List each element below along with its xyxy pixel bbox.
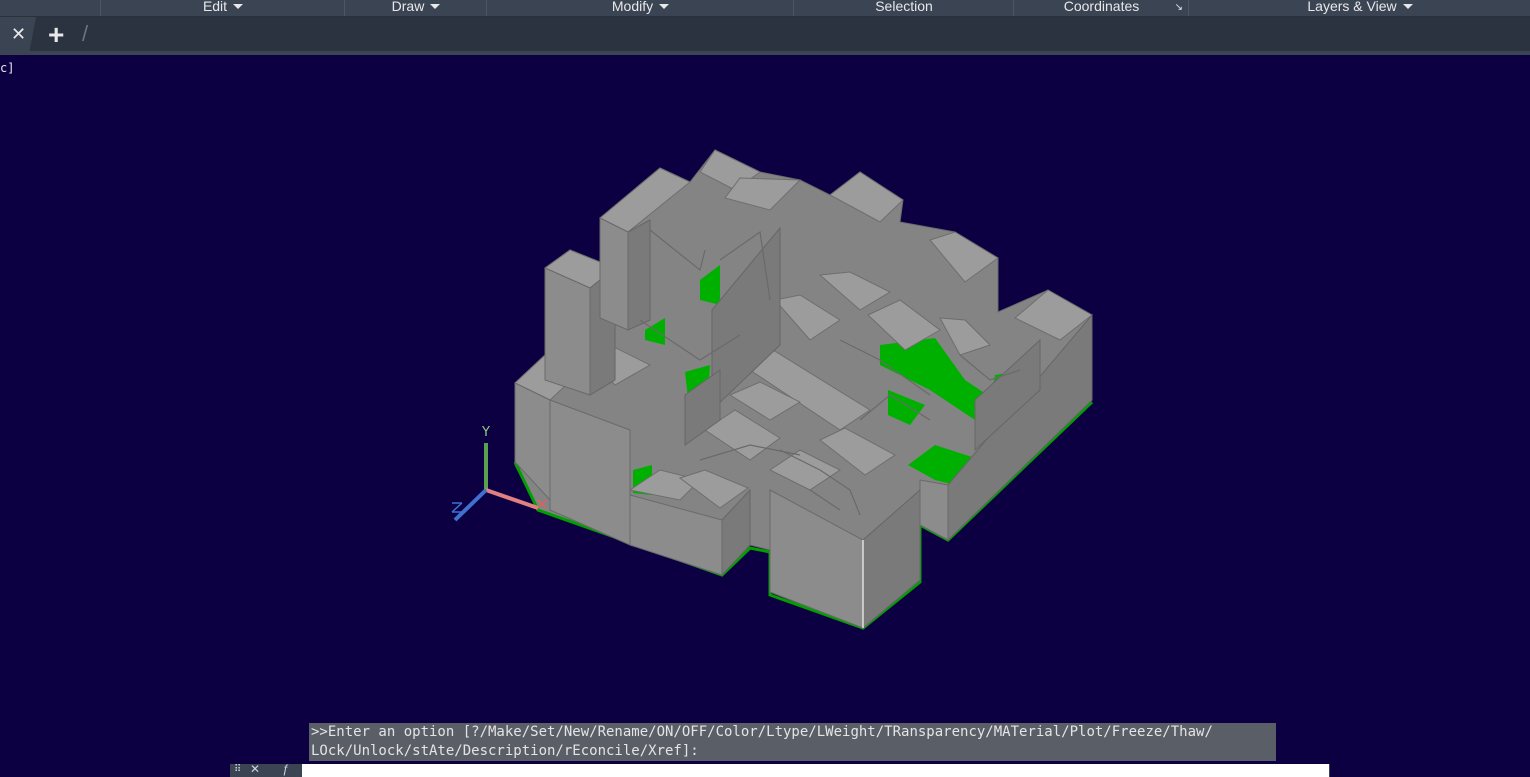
ribbon-group-label: Modify (611, 0, 654, 14)
command-history: >>Enter an option [?/Make/Set/New/Rename… (309, 723, 1276, 761)
ribbon-group-selection[interactable]: Selection (793, 0, 1014, 16)
ribbon-group-label: Layers & View (1307, 0, 1397, 14)
ribbon-group-label: Coordinates (1063, 0, 1140, 14)
ribbon-panel-bar: Edit Draw Modify Selection Coordinates ↘… (0, 0, 1530, 17)
drag-grip-icon[interactable]: ⠿ (234, 764, 241, 775)
dialog-launcher-icon[interactable]: ↘ (1175, 1, 1183, 14)
document-tab-bar: ✕ + / (0, 17, 1530, 51)
close-icon[interactable]: ✕ (250, 762, 260, 776)
chevron-down-icon (430, 4, 441, 9)
ribbon-group-draw[interactable]: Draw (344, 0, 487, 16)
drawing-viewport[interactable]: c] Y >>Enter an option [?/Make/Set/New/R… (0, 55, 1530, 777)
tab-separator: / (82, 21, 89, 46)
3d-model-canvas[interactable]: Y (0, 55, 1530, 777)
close-tab-icon[interactable]: ✕ (11, 24, 26, 45)
ribbon-group-label: Selection (875, 0, 933, 14)
function-icon[interactable]: ƒ (282, 762, 289, 776)
chevron-down-icon (659, 4, 670, 9)
ribbon-group-label: Draw (391, 0, 425, 14)
ribbon-group-modify[interactable]: Modify (486, 0, 794, 16)
ribbon-group-coordinates[interactable]: Coordinates ↘ (1013, 0, 1189, 16)
ribbon-group-edit[interactable]: Edit (100, 0, 345, 16)
ucs-y-label: Y (481, 425, 490, 440)
chevron-down-icon (1402, 4, 1413, 9)
command-line-bar: ⠿ ✕ ƒ (230, 762, 1330, 777)
command-input[interactable] (302, 764, 1329, 777)
ribbon-group-layers-view[interactable]: Layers & View (1188, 0, 1530, 16)
new-tab-icon[interactable]: + (48, 19, 64, 51)
ribbon-group-label: Edit (202, 0, 228, 14)
command-history-line: LOck/Unlock/stAte/Description/rEconcile/… (311, 743, 699, 759)
command-history-line: >>Enter an option [?/Make/Set/New/Rename… (311, 724, 1213, 740)
building-model (513, 149, 1094, 630)
chevron-down-icon (233, 4, 244, 9)
